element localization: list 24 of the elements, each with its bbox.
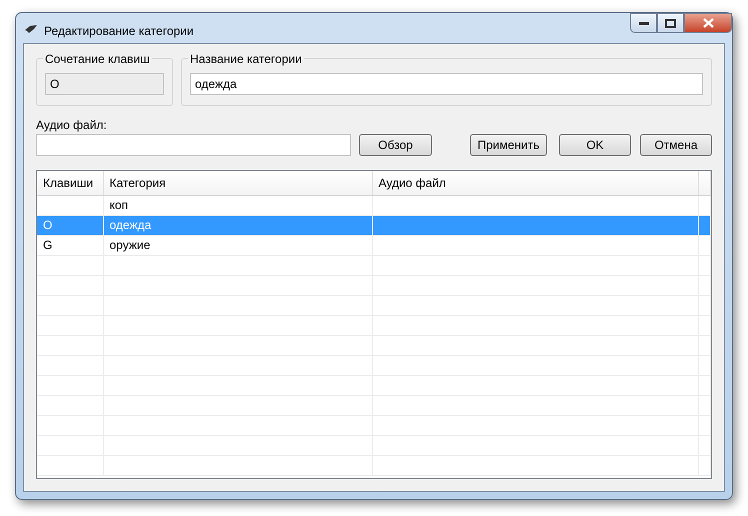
close-button[interactable] bbox=[684, 13, 732, 33]
column-header[interactable]: Аудио файл bbox=[372, 171, 698, 195]
apply-button[interactable]: Применить bbox=[470, 134, 547, 156]
column-header[interactable]: Категория bbox=[103, 171, 372, 195]
category-name-field[interactable]: одежда bbox=[190, 73, 703, 95]
minimize-icon bbox=[638, 21, 648, 25]
audio-file-field[interactable] bbox=[36, 134, 351, 156]
table-cell: коп bbox=[103, 195, 372, 215]
browse-button[interactable]: Обзор bbox=[359, 134, 432, 156]
audio-file-label: Аудио файл: bbox=[36, 118, 107, 132]
maximize-icon bbox=[665, 18, 676, 28]
table-cell: O bbox=[37, 215, 103, 235]
window-title: Редактирование категории bbox=[44, 23, 194, 40]
cancel-button[interactable]: Отмена bbox=[640, 134, 712, 156]
table-cell: G bbox=[37, 235, 103, 255]
maximize-button[interactable] bbox=[657, 13, 684, 33]
table-cell: одежда bbox=[103, 215, 372, 235]
app-icon bbox=[24, 24, 38, 34]
ok-button[interactable]: OK bbox=[559, 134, 631, 156]
shortcut-field[interactable]: O bbox=[45, 73, 164, 95]
minimize-button[interactable] bbox=[630, 13, 657, 33]
table-cell: оружие bbox=[103, 235, 372, 255]
column-header[interactable]: Клавиши bbox=[37, 171, 103, 195]
close-icon bbox=[702, 18, 714, 28]
